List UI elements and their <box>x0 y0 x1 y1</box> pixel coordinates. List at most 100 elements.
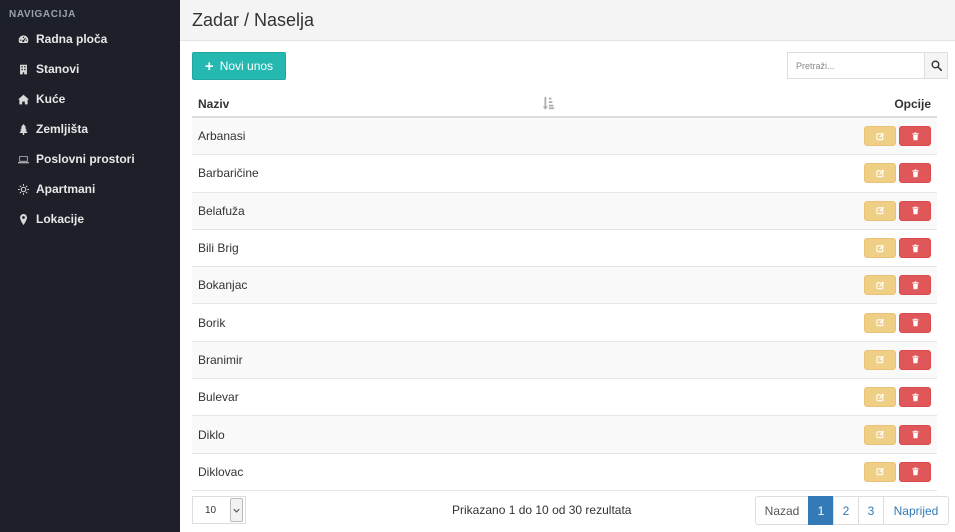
sidebar-item-apartmani[interactable]: Apartmani <box>0 174 180 204</box>
delete-button[interactable] <box>899 163 931 184</box>
edit-button[interactable] <box>864 349 896 370</box>
edit-button[interactable] <box>864 163 896 184</box>
sidebar-item-radna-ploca[interactable]: Radna ploča <box>0 24 180 54</box>
trash-icon <box>911 355 919 364</box>
sidebar-item-poslovni-prostori[interactable]: Poslovni prostori <box>0 144 180 174</box>
plus-icon: + <box>204 57 214 75</box>
row-actions <box>864 387 931 408</box>
row-actions <box>864 312 931 333</box>
search-button[interactable] <box>924 52 948 79</box>
delete-button[interactable] <box>899 387 931 408</box>
table-row: Barbaričine <box>192 155 937 193</box>
edit-button[interactable] <box>864 238 896 259</box>
trash-icon <box>911 393 919 401</box>
trash-icon <box>911 206 919 215</box>
table-footer: 10 Prikazano 1 do 10 od 30 rezultata Naz… <box>192 495 949 525</box>
edit-button[interactable] <box>864 275 896 296</box>
table-header: Naziv Opcije <box>192 91 937 118</box>
trash-icon <box>911 430 919 439</box>
table-row: Bulevar <box>192 379 937 417</box>
delete-button[interactable] <box>899 349 931 370</box>
main-content: + Novi unos Naziv Opcije Arbanasi Barbari… <box>180 41 955 532</box>
tree-icon <box>18 123 29 135</box>
sidebar-item-label: Poslovni prostori <box>36 152 135 166</box>
edit-button[interactable] <box>864 126 896 147</box>
table-row: Belafuža <box>192 192 937 230</box>
delete-button[interactable] <box>899 126 931 147</box>
edit-button[interactable] <box>864 424 896 445</box>
home-icon <box>18 94 29 105</box>
edit-icon <box>875 356 884 364</box>
trash-icon <box>911 243 919 252</box>
pagination-page-1[interactable]: 1 <box>808 496 834 525</box>
page-header: Zadar / Naselja <box>180 0 955 41</box>
trash-icon <box>911 132 919 140</box>
edit-button[interactable] <box>864 461 896 482</box>
edit-icon <box>875 430 884 439</box>
edit-icon <box>875 468 884 476</box>
new-entry-label: Novi unos <box>219 59 274 73</box>
edit-icon <box>875 244 884 252</box>
new-entry-button[interactable]: + Novi unos <box>192 52 286 80</box>
search-icon <box>931 60 942 71</box>
edit-icon <box>875 281 884 290</box>
settlement-name: Bili Brig <box>198 241 239 256</box>
table-row: Arbanasi <box>192 118 937 156</box>
sidebar-item-zemljista[interactable]: Zemljišta <box>0 114 180 144</box>
sidebar-item-label: Apartmani <box>36 182 96 196</box>
sidebar: NAVIGACIJA Radna ploča Stanovi Kuće Zeml… <box>0 0 180 532</box>
row-actions <box>864 238 931 259</box>
delete-button[interactable] <box>899 461 931 482</box>
settlement-name: Belafuža <box>198 203 245 218</box>
delete-button[interactable] <box>899 424 931 445</box>
sidebar-item-label: Zemljišta <box>36 122 89 136</box>
settlement-name: Borik <box>198 315 226 330</box>
table-body: Arbanasi Barbaričine Belafuža Bili Brig Boka… <box>192 118 937 491</box>
sidebar-item-label: Kuće <box>36 92 66 106</box>
map-marker-icon <box>18 213 29 225</box>
edit-button[interactable] <box>864 200 896 221</box>
trash-icon <box>911 318 919 327</box>
chevron-down-icon[interactable] <box>230 498 243 522</box>
delete-button[interactable] <box>899 238 931 259</box>
page-title: Zadar / Naselja <box>192 10 315 30</box>
sidebar-item-label: Stanovi <box>36 62 80 76</box>
pagination-page-2[interactable]: 2 <box>833 496 859 525</box>
table-row: Branimir <box>192 341 937 380</box>
search-input[interactable] <box>787 52 925 79</box>
settlements-table: Naziv Opcije Arbanasi Barbaričine Belafuža… <box>192 91 937 491</box>
trash-icon <box>911 281 919 290</box>
table-row: Borik <box>192 304 937 342</box>
laptop-icon <box>18 154 29 165</box>
sort-alpha-icon[interactable] <box>541 96 555 110</box>
table-row: Diklo <box>192 416 937 454</box>
delete-button[interactable] <box>899 200 931 221</box>
pagination-next[interactable]: Naprijed <box>883 496 949 525</box>
per-page-select[interactable]: 10 <box>192 496 246 524</box>
delete-button[interactable] <box>899 312 931 333</box>
delete-button[interactable] <box>899 275 931 296</box>
sidebar-item-label: Lokacije <box>36 212 85 226</box>
column-header-options: Opcije <box>894 96 931 111</box>
row-actions <box>864 200 931 221</box>
sidebar-item-kuce[interactable]: Kuće <box>0 84 180 114</box>
sidebar-item-label: Radna ploča <box>36 32 108 46</box>
edit-button[interactable] <box>864 387 896 408</box>
per-page-value: 10 <box>205 504 217 516</box>
edit-icon <box>875 319 884 327</box>
trash-icon <box>911 467 919 476</box>
sidebar-item-stanovi[interactable]: Stanovi <box>0 54 180 84</box>
row-actions <box>864 275 931 296</box>
search-group <box>787 52 948 79</box>
pagination: Nazad 1 2 3 Naprijed <box>755 496 949 525</box>
settlement-name: Branimir <box>198 352 243 367</box>
results-summary: Prikazano 1 do 10 od 30 rezultata <box>452 503 632 517</box>
column-header-name[interactable]: Naziv <box>192 97 229 111</box>
edit-button[interactable] <box>864 312 896 333</box>
pagination-page-3[interactable]: 3 <box>858 496 884 525</box>
table-row: Diklovac <box>192 454 937 491</box>
sidebar-item-lokacije[interactable]: Lokacije <box>0 204 180 234</box>
pagination-prev[interactable]: Nazad <box>755 496 809 525</box>
edit-icon <box>875 169 884 178</box>
edit-icon <box>875 207 884 215</box>
